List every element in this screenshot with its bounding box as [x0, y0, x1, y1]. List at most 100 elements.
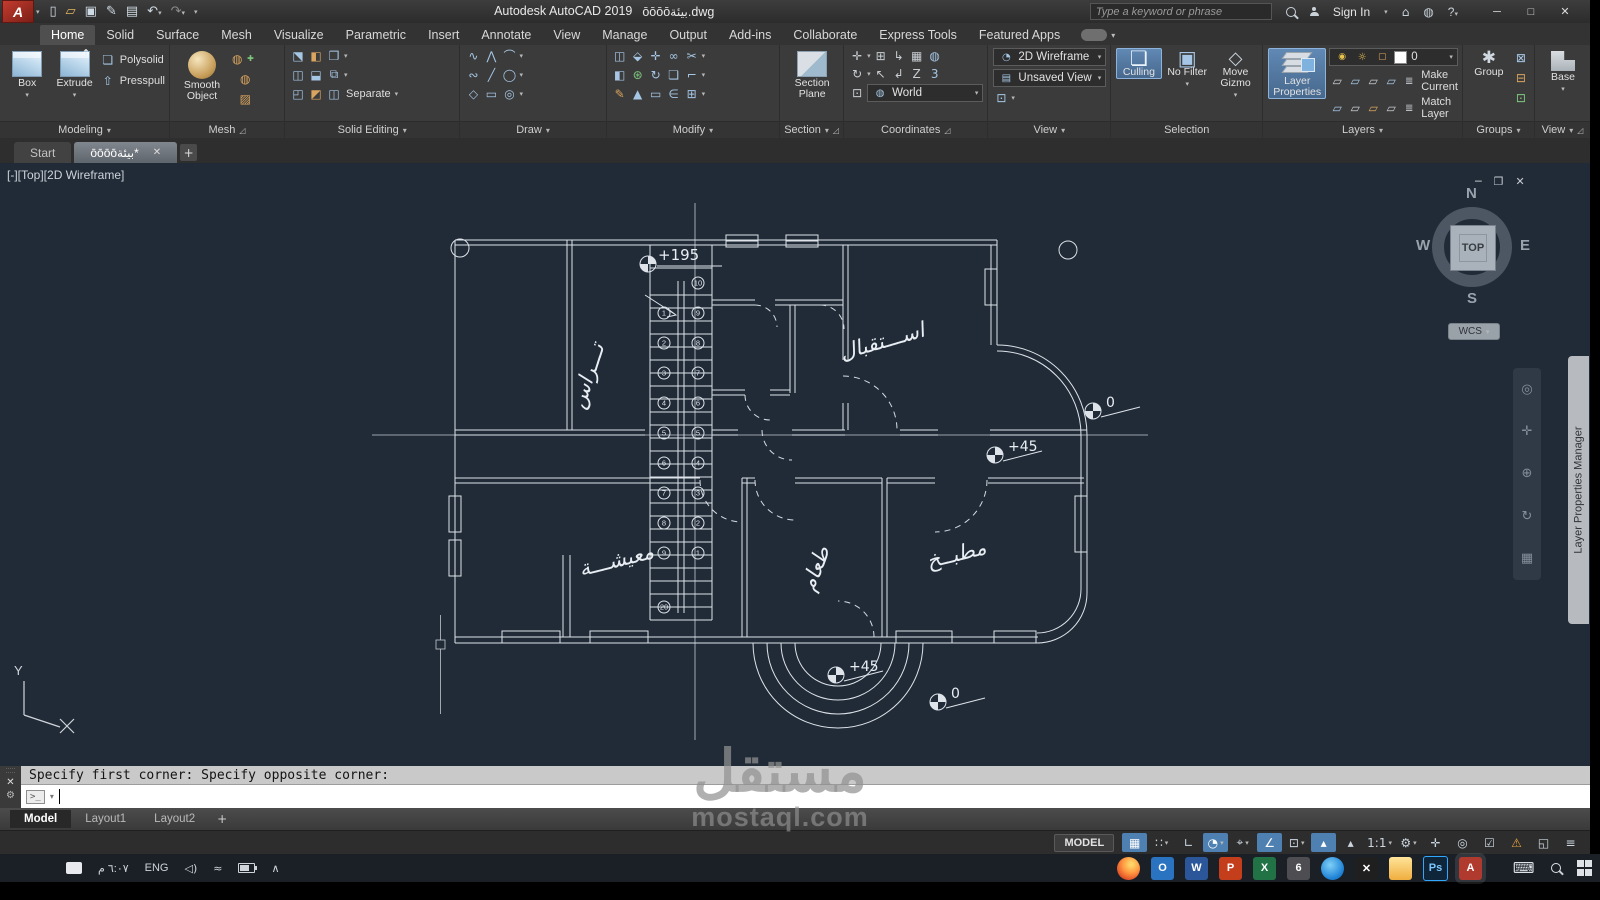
new-file-icon[interactable]: ▯ [50, 4, 57, 19]
layer-combo[interactable]: ◉ ☼ ▢ 0 ▾ [1329, 48, 1458, 66]
user-avatar-icon[interactable] [1310, 7, 1319, 16]
save-as-icon[interactable]: ✎ [106, 4, 117, 19]
app-excel[interactable]: X [1253, 857, 1276, 880]
trim-icon[interactable]: ✂ [684, 48, 700, 63]
command-badge[interactable]: >_ [26, 790, 45, 804]
group-edit-icon[interactable]: ⊟ [1513, 70, 1529, 85]
network-icon[interactable]: ≈ [213, 862, 222, 875]
wcs-menu[interactable]: WCS▾ [1448, 323, 1500, 340]
isolate-objects-icon[interactable]: ◎ [1450, 833, 1475, 852]
presspull-button[interactable]: ⇧Presspull [100, 73, 165, 88]
ucs-icon[interactable]: ✛ [849, 48, 865, 63]
viewcube-north[interactable]: N [1466, 185, 1477, 202]
section-plane-button[interactable]: Section Plane [785, 48, 839, 101]
logo-dropdown-icon[interactable]: ▾ [36, 8, 40, 16]
qat-customize-icon[interactable]: ▾ [194, 8, 198, 16]
ribbon-tab-insert[interactable]: Insert [417, 25, 470, 45]
ellipse-dropdown-icon[interactable]: ▾ [519, 90, 523, 98]
group-selection-icon[interactable]: ⊡ [1513, 90, 1529, 105]
ucs-3point-icon[interactable]: 3 [927, 66, 943, 81]
minimize-button[interactable]: ─ [1480, 1, 1514, 23]
app-edge[interactable] [1321, 857, 1344, 880]
panel-label-section[interactable]: Section▾◿ [780, 121, 843, 138]
ribbon-tab-view[interactable]: View [542, 25, 591, 45]
chain-icon[interactable]: ∞ [666, 48, 682, 63]
app-photoshop[interactable]: Ps [1423, 856, 1448, 881]
taskbar-clock[interactable]: ٦:٠٧ م [98, 862, 129, 875]
rectangle-icon[interactable]: ▭ [483, 86, 499, 101]
app-autocad[interactable]: A [1459, 857, 1482, 880]
undo-icon[interactable]: ↶▾ [147, 4, 161, 19]
layout-tab-layout1[interactable]: Layout1 [71, 810, 140, 828]
app-powerpoint[interactable]: P [1219, 857, 1242, 880]
app-outlook[interactable]: O [1151, 857, 1174, 880]
command-close-icon[interactable]: ✕ [6, 777, 14, 788]
arc-dropdown-icon[interactable]: ▾ [519, 52, 523, 60]
full-navigation-wheel-icon[interactable]: ◎ [1521, 382, 1532, 397]
panel-label-draw[interactable]: Draw▾ [460, 121, 605, 138]
chat-icon[interactable] [66, 862, 82, 874]
object-snap-icon[interactable]: ⊡▾ [1284, 833, 1309, 852]
new-drawing-tab-button[interactable]: + [180, 144, 197, 161]
viewcube[interactable]: N W E S TOP WCS▾ [1408, 185, 1538, 345]
visual-style-combo[interactable]: ◔2D Wireframe▾ [993, 48, 1106, 66]
workspace-switching-icon[interactable]: ⚙▾ [1396, 833, 1421, 852]
drawing-canvas[interactable]: [-][Top][2D Wireframe] ─ ❐ ✕ [0, 163, 1590, 766]
3d-mirror-icon[interactable]: ◧ [612, 67, 628, 82]
viewcube-top-face[interactable]: TOP [1450, 225, 1496, 271]
base-button[interactable]: Base▾ [1540, 48, 1586, 96]
solid-intersect-icon[interactable]: ❐ [326, 48, 342, 63]
viewcube-east[interactable]: E [1520, 237, 1530, 254]
plot-icon[interactable]: ▤ [126, 4, 138, 19]
ribbon-tab-surface[interactable]: Surface [145, 25, 210, 45]
erase-icon[interactable]: ✎ [612, 86, 628, 101]
ribbon-tab-express-tools[interactable]: Express Tools [868, 25, 968, 45]
panel-label-layers[interactable]: Layers▾ [1263, 121, 1462, 138]
ribbon-tab-visualize[interactable]: Visualize [263, 25, 335, 45]
solid-boolean-dropdown-icon[interactable]: ▾ [344, 52, 348, 60]
file-tab-start[interactable]: Start [14, 142, 71, 163]
layer-properties-manager-palette-tab[interactable]: Layer Properties Manager [1568, 356, 1589, 624]
copy-icon[interactable]: ❏ [666, 67, 682, 82]
array-icon[interactable]: ◫ [612, 48, 628, 63]
layer-on-icon[interactable]: ▱ [1329, 101, 1345, 116]
modify-dropdown-3-icon[interactable]: ▾ [702, 90, 706, 98]
ribbon-tab-parametric[interactable]: Parametric [335, 25, 417, 45]
orbit-icon[interactable]: ↻ [1522, 509, 1533, 524]
ucs-view-icon[interactable]: ▦ [909, 48, 925, 63]
model-space-toggle[interactable]: MODEL [1054, 834, 1114, 852]
showmotion-icon[interactable]: ▦ [1521, 551, 1533, 566]
imprint-icon[interactable]: ◩ [308, 86, 324, 101]
pan-icon[interactable]: ✛ [1522, 424, 1533, 439]
file-tab-close-icon[interactable]: ✕ [153, 147, 161, 158]
layer-freeze-icon[interactable]: ▱ [1365, 74, 1381, 89]
smooth-object-button[interactable]: Smooth Object [175, 48, 229, 103]
arc-icon[interactable]: ⌒ [501, 48, 517, 63]
command-customize-icon[interactable]: ⚙ [6, 790, 15, 801]
helix-icon[interactable]: ∾ [465, 67, 481, 82]
panel-label-coordinates[interactable]: Coordinates◿ [844, 121, 987, 138]
viewport-config-icon[interactable]: ⊡ [993, 90, 1009, 105]
layer-lock-icon[interactable]: ▱ [1383, 74, 1399, 89]
touch-keyboard-icon[interactable]: ⌨ [1513, 859, 1535, 877]
open-file-icon[interactable]: ▱ [66, 4, 76, 19]
named-view-combo[interactable]: ▤Unsaved View▾ [993, 69, 1106, 87]
panel-label-solid-editing[interactable]: Solid Editing▾ [285, 121, 459, 138]
move-icon[interactable]: ✛ [648, 48, 664, 63]
layer-thaw-icon[interactable]: ▱ [1365, 101, 1381, 116]
tray-expand-icon[interactable]: ∧ [271, 862, 279, 875]
polygon-icon[interactable]: ◇ [465, 86, 481, 101]
ucs-rotate-icon[interactable]: ↻ [849, 66, 865, 81]
search-input[interactable]: Type a keyword or phrase [1090, 3, 1272, 20]
separate-button[interactable]: ◫Separate▾ [326, 86, 398, 101]
ucs-object-icon[interactable]: ↳ [891, 48, 907, 63]
ribbon-tab-featured-apps[interactable]: Featured Apps [968, 25, 1071, 45]
ribbon-minimize-button[interactable] [1081, 29, 1107, 41]
line-icon[interactable]: ╱ [483, 67, 499, 82]
layout-tab-model[interactable]: Model [10, 810, 71, 828]
clean-screen-icon[interactable]: ◱ [1531, 833, 1556, 852]
object-snap-tracking-icon[interactable]: ⌖▾ [1230, 833, 1255, 852]
slice-icon[interactable]: ◫ [290, 67, 306, 82]
panel-label-modify[interactable]: Modify▾ [607, 121, 779, 138]
customization-icon[interactable]: ≡ [1558, 833, 1583, 852]
